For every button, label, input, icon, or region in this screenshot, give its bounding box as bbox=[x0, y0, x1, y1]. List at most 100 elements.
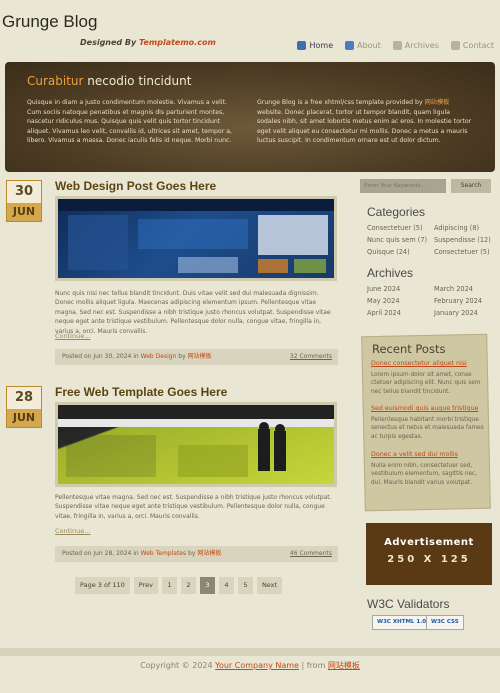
page-3-current[interactable]: 3 bbox=[199, 577, 215, 594]
archives-list-left: June 2024 May 2024 April 2024 bbox=[367, 283, 401, 319]
post-date: 28 JUN bbox=[6, 386, 42, 428]
post-meta: Posted on Jun 28, 2024 in Web Templates … bbox=[55, 546, 338, 562]
nav-contact-label: Contact bbox=[462, 41, 494, 50]
banner-left-text: Quisque in diam a justo condimentum mole… bbox=[27, 99, 232, 145]
category-link[interactable]: Adipiscing (8) bbox=[434, 222, 491, 234]
category-link[interactable]: Quisque (24) bbox=[367, 246, 427, 258]
banner-right-text-b: website. Donec placerat, tortor ut tempo… bbox=[257, 108, 472, 145]
search-input[interactable] bbox=[360, 179, 446, 193]
recent-post-excerpt: Nulla enim nibh, consectetuer sed, vesti… bbox=[371, 463, 478, 486]
banner-title-accent: Curabitur bbox=[27, 74, 84, 88]
banner: Curabitur necodio tincidunt Quisque in d… bbox=[5, 62, 495, 172]
post-body: Pellentesque vitae magna. Sed nec est. S… bbox=[55, 494, 332, 520]
archives-list-right: March 2024 February 2024 January 2024 bbox=[434, 283, 482, 319]
archive-icon bbox=[392, 41, 402, 50]
banner-title: Curabitur necodio tincidunt bbox=[27, 74, 191, 88]
post-title[interactable]: Free Web Template Goes Here bbox=[55, 385, 227, 399]
post-author-link[interactable]: 网站模板 bbox=[197, 550, 221, 557]
page-4-link[interactable]: 4 bbox=[218, 577, 234, 594]
continue-link[interactable]: Continue... bbox=[55, 527, 90, 535]
footer-copyright: Copyright © 2024 bbox=[140, 661, 216, 670]
validators-heading: W3C Validators bbox=[367, 597, 450, 611]
post-title[interactable]: Web Design Post Goes Here bbox=[55, 179, 216, 193]
next-button[interactable]: Next bbox=[256, 577, 283, 594]
page-info: Page 3 of 110 bbox=[75, 577, 130, 594]
ad-size: 250 X 125 bbox=[387, 554, 471, 565]
recent-post-link[interactable]: Sed euismodi quis augue tristique bbox=[371, 405, 478, 412]
advertisement-banner[interactable]: Advertisement 250 X 125 bbox=[366, 523, 492, 585]
category-link[interactable]: Suspendisse (12) bbox=[434, 234, 491, 246]
category-link[interactable]: Consectetuer (5) bbox=[367, 222, 427, 234]
archive-link[interactable]: April 2024 bbox=[367, 307, 401, 319]
comments-link[interactable]: 32 Comments bbox=[290, 349, 332, 365]
page-5-link[interactable]: 5 bbox=[237, 577, 253, 594]
pagination: Page 3 of 110 Prev 1 2 3 4 5 Next bbox=[75, 577, 283, 594]
recent-post-link[interactable]: Donec a velit sed dui mollis bbox=[371, 451, 458, 458]
post-category-link[interactable]: Web Templates bbox=[141, 550, 187, 557]
nav-contact[interactable]: Contact bbox=[450, 41, 494, 50]
post-date-day: 30 bbox=[7, 181, 41, 203]
comments-link[interactable]: 46 Comments bbox=[290, 546, 332, 562]
banner-right-text-a: Grunge Blog is a free xhtml/css template… bbox=[257, 99, 425, 106]
archive-link[interactable]: January 2024 bbox=[434, 307, 482, 319]
continue-link[interactable]: Continue... bbox=[55, 332, 90, 340]
recent-post-link[interactable]: Donec consectetur aliquet nisi bbox=[371, 360, 467, 367]
footer-divider bbox=[0, 648, 500, 656]
web-design-screenshot bbox=[58, 199, 334, 273]
recent-post-excerpt: Pellentesque habitant morbi tristique se… bbox=[371, 417, 484, 440]
post-meta-prefix: Posted on Jun 28, 2024 in bbox=[62, 550, 141, 557]
categories-list-left: Consectetuer (5) Nunc quis sem (7) Quisq… bbox=[367, 222, 427, 258]
page-1-link[interactable]: 1 bbox=[161, 577, 177, 594]
categories-heading: Categories bbox=[367, 205, 426, 219]
footer-source-link[interactable]: 网站模板 bbox=[328, 661, 360, 670]
web-template-screenshot bbox=[58, 405, 334, 477]
footer: Copyright © 2024 Your Company Name | fro… bbox=[0, 660, 500, 671]
post-date-month: JUN bbox=[12, 205, 36, 218]
post-category-link[interactable]: Web Design bbox=[141, 353, 177, 360]
archive-link[interactable]: February 2024 bbox=[434, 295, 482, 307]
contact-icon bbox=[450, 41, 460, 50]
site-title[interactable]: Grunge Blog bbox=[2, 12, 97, 32]
categories-list-right: Adipiscing (8) Suspendisse (12) Consecte… bbox=[434, 222, 491, 258]
search-button[interactable]: Search bbox=[451, 179, 491, 193]
category-link[interactable]: Nunc quis sem (7) bbox=[367, 234, 427, 246]
post-date: 30 JUN bbox=[6, 180, 42, 222]
post-date-month: JUN bbox=[12, 411, 36, 424]
footer-company-link[interactable]: Your Company Name bbox=[215, 661, 299, 670]
tagline: Designed By Templatemo.com bbox=[80, 38, 216, 47]
post-meta: Posted on Jun 30, 2024 in Web Design by … bbox=[55, 349, 338, 365]
recent-post-excerpt: Lorem ipsum dolor sit amet, conse ctetue… bbox=[371, 372, 481, 395]
nav-home[interactable]: Home bbox=[297, 41, 333, 50]
home-icon bbox=[297, 41, 307, 50]
css-validator-badge[interactable]: W3C CSS bbox=[426, 615, 464, 630]
banner-right-link[interactable]: 网站模板 bbox=[425, 99, 450, 106]
header: Grunge Blog Designed By Templatemo.com H… bbox=[0, 0, 500, 60]
post-meta-by: by bbox=[186, 550, 198, 557]
ad-title: Advertisement bbox=[384, 537, 474, 548]
xhtml-validator-badge[interactable]: W3C XHTML 1.0 bbox=[372, 615, 432, 630]
recent-posts-heading: Recent Posts bbox=[372, 342, 446, 356]
footer-mid: | from bbox=[298, 661, 328, 670]
post-body: Nunc quis nisi nec tellus blandit tincid… bbox=[55, 290, 331, 335]
category-link[interactable]: Consectetuer (5) bbox=[434, 246, 491, 258]
archives-heading: Archives bbox=[367, 266, 414, 280]
post-image bbox=[55, 402, 337, 487]
page-2-link[interactable]: 2 bbox=[180, 577, 196, 594]
nav-about[interactable]: About bbox=[345, 41, 381, 50]
nav-archives[interactable]: Archives bbox=[392, 41, 439, 50]
banner-title-rest: necodio tincidunt bbox=[83, 74, 192, 88]
post-meta-by: by bbox=[176, 353, 188, 360]
tagline-prefix: Designed By bbox=[80, 38, 140, 47]
archive-link[interactable]: June 2024 bbox=[367, 283, 401, 295]
tagline-brand-link[interactable]: Templatemo.com bbox=[139, 38, 216, 47]
prev-button[interactable]: Prev bbox=[133, 577, 158, 594]
post-date-day: 28 bbox=[7, 387, 41, 409]
main-nav: Home About Archives Contact bbox=[297, 41, 494, 50]
nav-home-label: Home bbox=[309, 41, 334, 50]
banner-right-text: Grunge Blog is a free xhtml/css template… bbox=[257, 98, 472, 146]
post-image bbox=[55, 196, 337, 281]
post-author-link[interactable]: 网站模板 bbox=[188, 353, 212, 360]
archive-link[interactable]: May 2024 bbox=[367, 295, 401, 307]
archive-link[interactable]: March 2024 bbox=[434, 283, 482, 295]
nav-archives-label: Archives bbox=[404, 41, 439, 50]
